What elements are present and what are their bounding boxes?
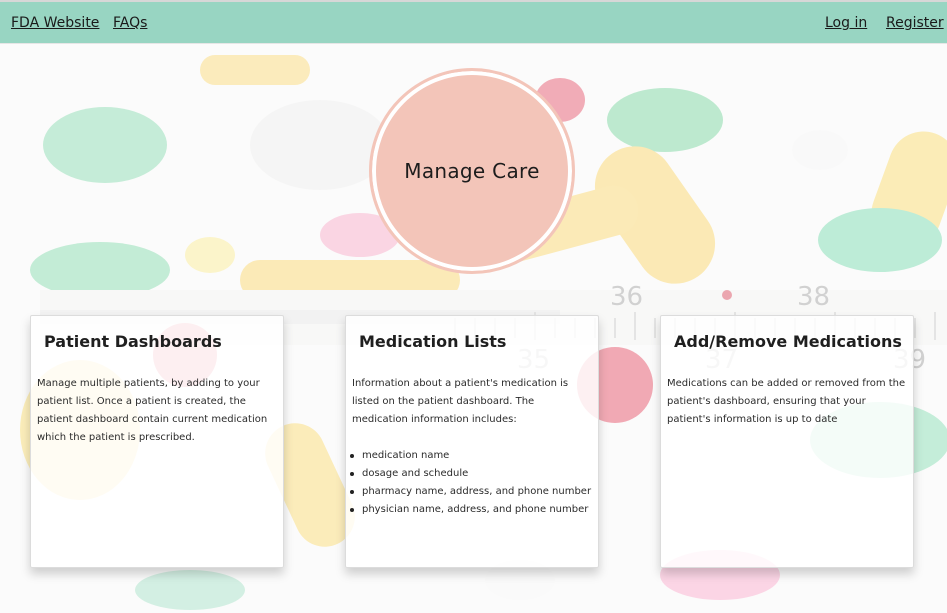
nav-link-login[interactable]: Log in (825, 15, 867, 31)
list-item: medication name (350, 447, 596, 465)
list-item: physician name, address, and phone numbe… (350, 501, 596, 519)
card-add-remove-medications: Add/Remove Medications Medications can b… (660, 315, 914, 568)
card-description: Medications can be added or removed from… (667, 378, 906, 425)
nav-link-fda-website[interactable]: FDA Website (11, 15, 99, 31)
list-item: pharmacy name, address, and phone number (350, 483, 596, 501)
card-title: Medication Lists (359, 332, 507, 351)
medication-info-list: medication name dosage and schedule phar… (350, 447, 596, 519)
top-navbar: FDA Website FAQs Log in Register (0, 0, 947, 44)
card-title: Add/Remove Medications (674, 332, 902, 351)
nav-link-register[interactable]: Register (886, 15, 944, 31)
list-item: dosage and schedule (350, 465, 596, 483)
hero-title: Manage Care (404, 159, 540, 183)
card-description: Information about a patient's medication… (352, 378, 569, 425)
card-title: Patient Dashboards (44, 332, 222, 351)
card-description: Manage multiple patients, by adding to y… (37, 378, 268, 443)
hero-circle: Manage Care (369, 68, 575, 274)
card-patient-dashboards: Patient Dashboards Manage multiple patie… (30, 315, 284, 568)
nav-link-faqs[interactable]: FAQs (113, 15, 147, 31)
card-medication-lists: Medication Lists Information about a pat… (345, 315, 599, 568)
